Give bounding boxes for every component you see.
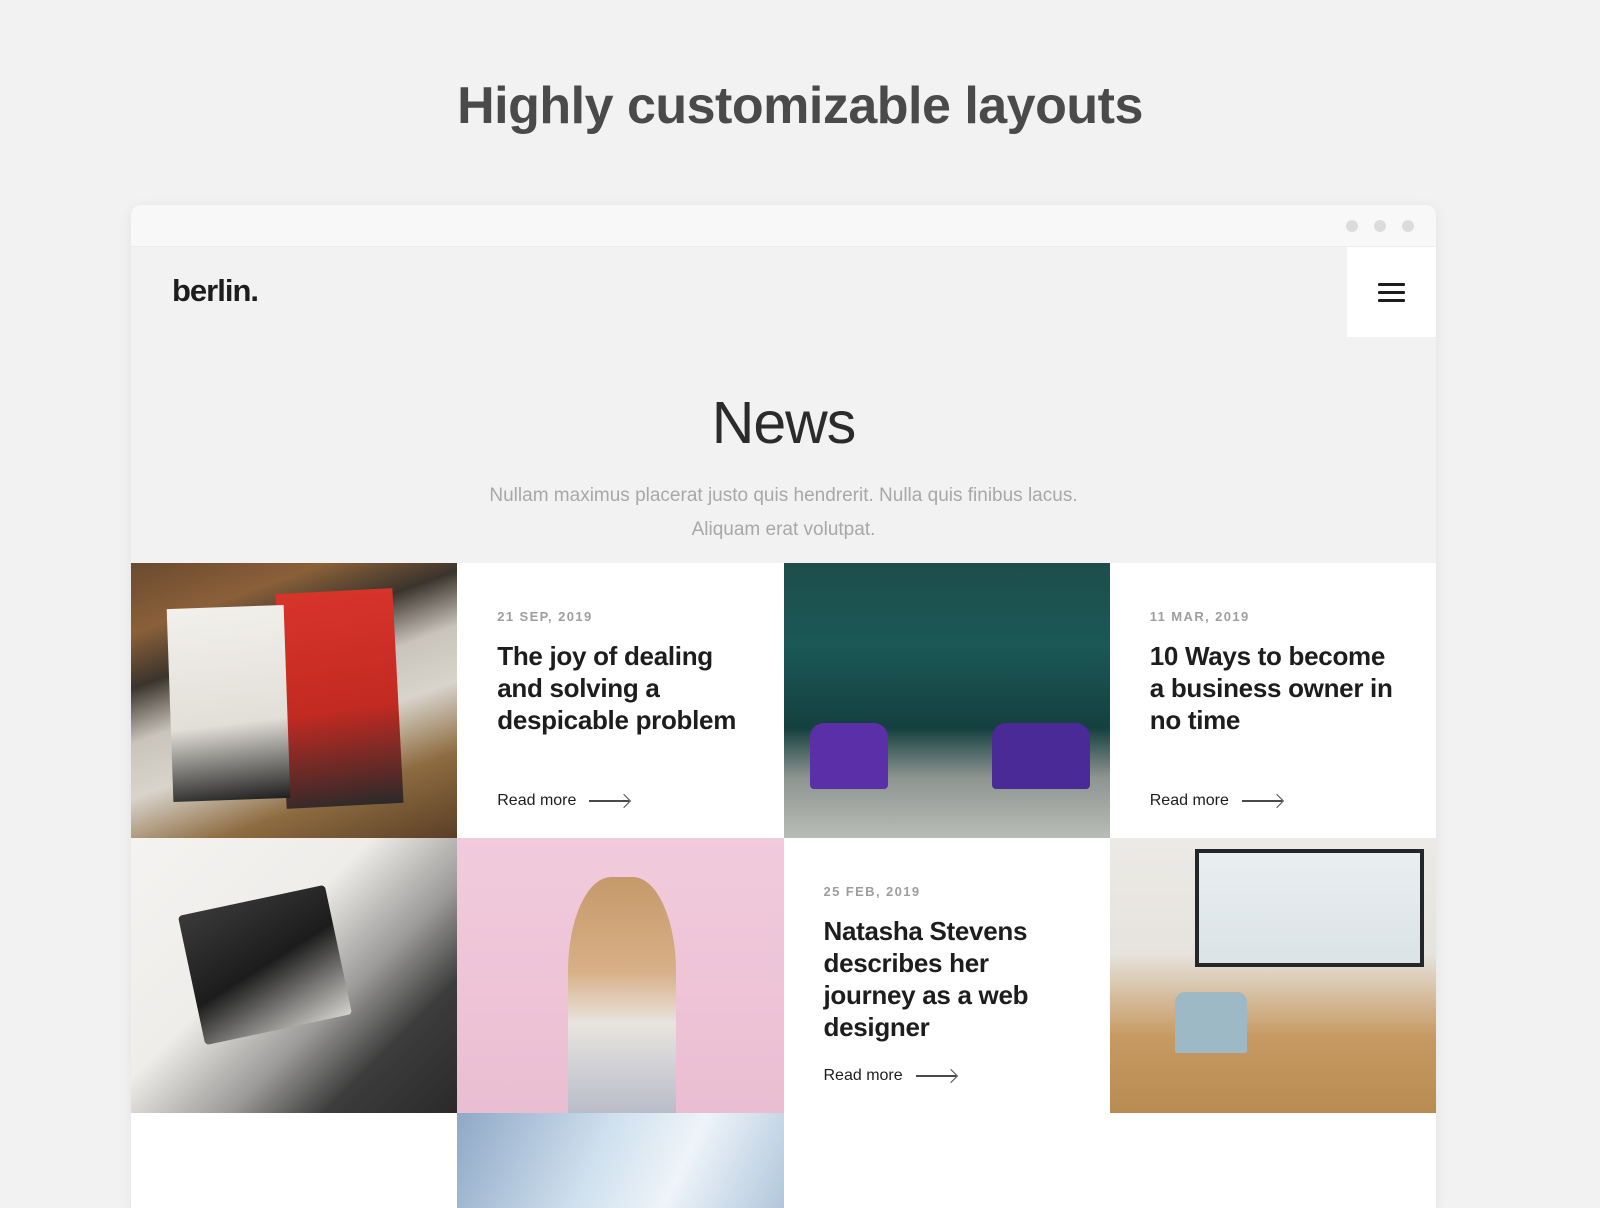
site-header: berlin. — [131, 247, 1436, 337]
arrow-right-icon — [589, 796, 630, 806]
page-subtitle: Nullam maximus placerat justo quis hendr… — [489, 485, 1078, 540]
window-dot-3[interactable] — [1402, 220, 1414, 232]
article-image-coworking-space[interactable] — [1109, 838, 1436, 1113]
article-cell-row3-3[interactable] — [783, 1113, 1110, 1208]
arrow-right-icon — [1241, 796, 1282, 806]
article-title: The joy of dealing and solving a despica… — [497, 641, 737, 735]
read-more-link-3[interactable]: Read more — [824, 1067, 956, 1085]
arrow-right-icon — [915, 1071, 956, 1081]
hamburger-menu-icon — [1378, 278, 1405, 307]
hamburger-menu-button[interactable] — [1347, 247, 1436, 337]
promo-heading: Highly customizable layouts — [457, 77, 1143, 135]
browser-window: berlin. News Nullam maximus placerat jus… — [131, 205, 1436, 1208]
article-image-sky-buildings[interactable] — [457, 1113, 784, 1208]
photo-office-lobby — [783, 563, 1110, 838]
page-title: News — [711, 390, 857, 456]
photo-sky-buildings — [457, 1113, 784, 1208]
article-title: 10 Ways to become a business owner in no… — [1149, 641, 1393, 735]
article-title: Natasha Stevens describes her journey as… — [823, 916, 1029, 1042]
article-image-pink-portrait[interactable] — [457, 838, 784, 1113]
article-cell-row3-1[interactable] — [131, 1113, 458, 1208]
article-date: 11 MAR, 2019 — [1149, 609, 1250, 624]
read-more-label: Read more — [823, 1067, 903, 1084]
article-card-2[interactable]: 11 MAR, 2019 10 Ways to become a busines… — [1109, 563, 1436, 838]
article-cell-row3-4[interactable] — [1109, 1113, 1436, 1208]
read-more-label: Read more — [497, 792, 577, 809]
photo-coworking-space — [1109, 838, 1436, 1113]
article-card-3[interactable]: 25 FEB, 2019 Natasha Stevens describes h… — [783, 838, 1110, 1113]
window-controls — [1346, 220, 1414, 232]
site-logo[interactable]: berlin. — [172, 273, 259, 309]
read-more-link-1[interactable]: Read more — [497, 792, 630, 810]
article-image-office-lobby[interactable] — [783, 563, 1110, 838]
article-grid: 21 SEP, 2019 The joy of dealing and solv… — [131, 563, 1436, 1208]
browser-titlebar — [131, 205, 1436, 247]
photo-pink-portrait — [457, 838, 784, 1113]
window-dot-2[interactable] — [1374, 220, 1386, 232]
article-image-books-desk[interactable] — [131, 563, 458, 838]
hero-section: News Nullam maximus placerat justo quis … — [131, 337, 1436, 579]
article-image-laptop-desk[interactable] — [131, 838, 458, 1113]
read-more-label: Read more — [1149, 792, 1229, 809]
photo-books-desk — [131, 563, 458, 838]
read-more-link-2[interactable]: Read more — [1150, 792, 1282, 810]
window-dot-1[interactable] — [1346, 220, 1358, 232]
article-card-1[interactable]: 21 SEP, 2019 The joy of dealing and solv… — [457, 563, 784, 838]
photo-laptop-desk — [131, 838, 458, 1113]
article-date: 21 SEP, 2019 — [497, 609, 593, 624]
article-date: 25 FEB, 2019 — [823, 884, 921, 899]
